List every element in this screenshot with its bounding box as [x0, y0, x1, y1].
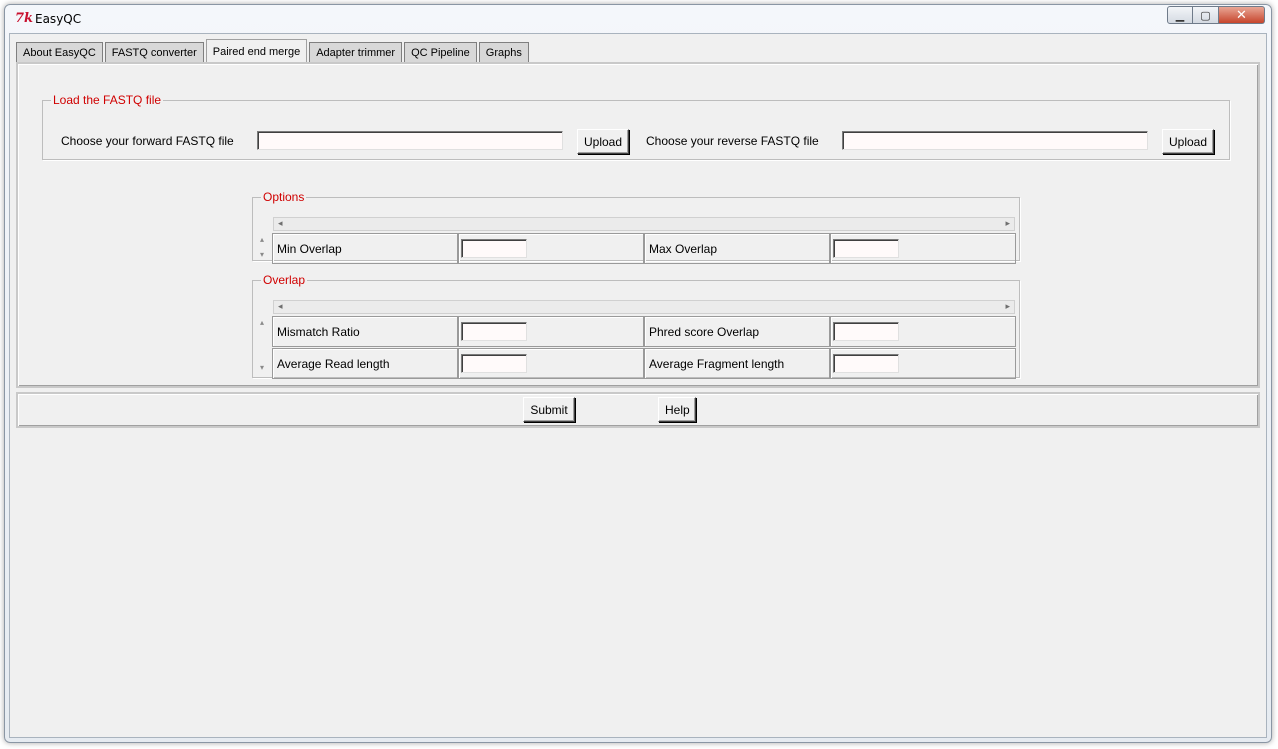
app-window: 7k EasyQC ▁ ▢ ✕ About EasyQC FASTQ conve… [4, 4, 1272, 743]
options-fieldset: Options ◂ ▸ ▴ ▾ Min Overlap Max Overlap [252, 190, 1020, 264]
notebook-tabs: About EasyQC FASTQ converter Paired end … [16, 38, 531, 62]
max-overlap-label: Max Overlap [649, 242, 718, 256]
scroll-down-icon[interactable]: ▾ [260, 364, 264, 372]
forward-file-input[interactable] [257, 131, 563, 150]
overlap-grid-cell [458, 316, 644, 347]
options-vertical-scrollbar[interactable]: ▴ ▾ [257, 233, 271, 264]
window-controls: ▁ ▢ ✕ [1167, 6, 1265, 26]
overlap-fieldset: Overlap ◂ ▸ ▴ ▾ Mismatch Ratio Phred sco… [252, 273, 1020, 379]
submit-button[interactable]: Submit [523, 397, 575, 422]
maximize-icon: ▢ [1200, 8, 1211, 22]
maximize-button[interactable]: ▢ [1193, 6, 1219, 24]
tab-paired-end-merge[interactable]: Paired end merge [205, 39, 308, 62]
min-overlap-input[interactable] [461, 239, 527, 258]
tab-about-easyqc[interactable]: About EasyQC [16, 42, 103, 62]
scroll-up-icon[interactable]: ▴ [260, 236, 264, 244]
options-grid-cell: Min Overlap [272, 233, 458, 264]
phred-score-overlap-input[interactable] [833, 322, 899, 341]
mismatch-ratio-label: Mismatch Ratio [277, 325, 360, 339]
scroll-right-icon[interactable]: ▸ [1005, 301, 1010, 313]
title-bar[interactable]: 7k EasyQC ▁ ▢ ✕ [5, 5, 1271, 33]
max-overlap-input[interactable] [833, 239, 899, 258]
tab-fastq-converter[interactable]: FASTQ converter [104, 42, 204, 62]
average-fragment-length-input[interactable] [833, 354, 899, 373]
close-button[interactable]: ✕ [1219, 6, 1265, 24]
minimize-button[interactable]: ▁ [1167, 6, 1193, 24]
scroll-right-icon[interactable]: ▸ [1005, 218, 1010, 230]
tab-adapter-trimmer[interactable]: Adapter trimmer [309, 42, 403, 62]
options-grid-cell: Max Overlap [644, 233, 830, 264]
scroll-down-icon[interactable]: ▾ [260, 251, 264, 259]
close-icon: ✕ [1236, 7, 1247, 23]
tk-feather-icon: 7k [15, 11, 34, 26]
reverse-upload-button[interactable]: Upload [1162, 129, 1214, 154]
average-fragment-length-label: Average Fragment length [649, 357, 785, 371]
load-fastq-legend: Load the FASTQ file [53, 93, 162, 107]
overlap-horizontal-scrollbar[interactable]: ◂ ▸ [273, 300, 1015, 314]
overlap-grid-cell: Phred score Overlap [644, 316, 830, 347]
help-button[interactable]: Help [658, 397, 696, 422]
minimize-icon: ▁ [1175, 8, 1185, 22]
overlap-grid-cell [458, 348, 644, 379]
min-overlap-label: Min Overlap [277, 242, 342, 256]
window-title: EasyQC [35, 12, 82, 26]
scroll-up-icon[interactable]: ▴ [260, 319, 264, 327]
overlap-grid-cell: Average Read length [272, 348, 458, 379]
forward-upload-button[interactable]: Upload [577, 129, 629, 154]
overlap-vertical-scrollbar[interactable]: ▴ ▾ [257, 316, 271, 378]
reverse-file-label: Choose your reverse FASTQ file [646, 134, 819, 148]
average-read-length-input[interactable] [461, 354, 527, 373]
reverse-file-input[interactable] [842, 131, 1148, 150]
average-read-length-label: Average Read length [277, 357, 390, 371]
overlap-grid-cell: Mismatch Ratio [272, 316, 458, 347]
load-fastq-fieldset: Load the FASTQ file Choose your forward … [42, 93, 1230, 160]
forward-file-label: Choose your forward FASTQ file [61, 134, 234, 148]
scroll-left-icon[interactable]: ◂ [278, 218, 283, 230]
scroll-left-icon[interactable]: ◂ [278, 301, 283, 313]
overlap-legend: Overlap [263, 273, 306, 287]
tab-qc-pipeline[interactable]: QC Pipeline [404, 42, 477, 62]
paired-end-merge-pane: Load the FASTQ file Choose your forward … [16, 62, 1260, 388]
tab-graphs[interactable]: Graphs [478, 42, 529, 62]
mismatch-ratio-input[interactable] [461, 322, 527, 341]
action-bar: Submit Help [16, 392, 1260, 428]
options-legend: Options [263, 190, 305, 204]
options-grid-cell [830, 233, 1016, 264]
phred-score-overlap-label: Phred score Overlap [649, 325, 760, 339]
client-area: About EasyQC FASTQ converter Paired end … [9, 33, 1267, 738]
overlap-grid-cell [830, 316, 1016, 347]
options-horizontal-scrollbar[interactable]: ◂ ▸ [273, 217, 1015, 231]
options-grid-cell [458, 233, 644, 264]
overlap-grid-cell [830, 348, 1016, 379]
overlap-grid-cell: Average Fragment length [644, 348, 830, 379]
